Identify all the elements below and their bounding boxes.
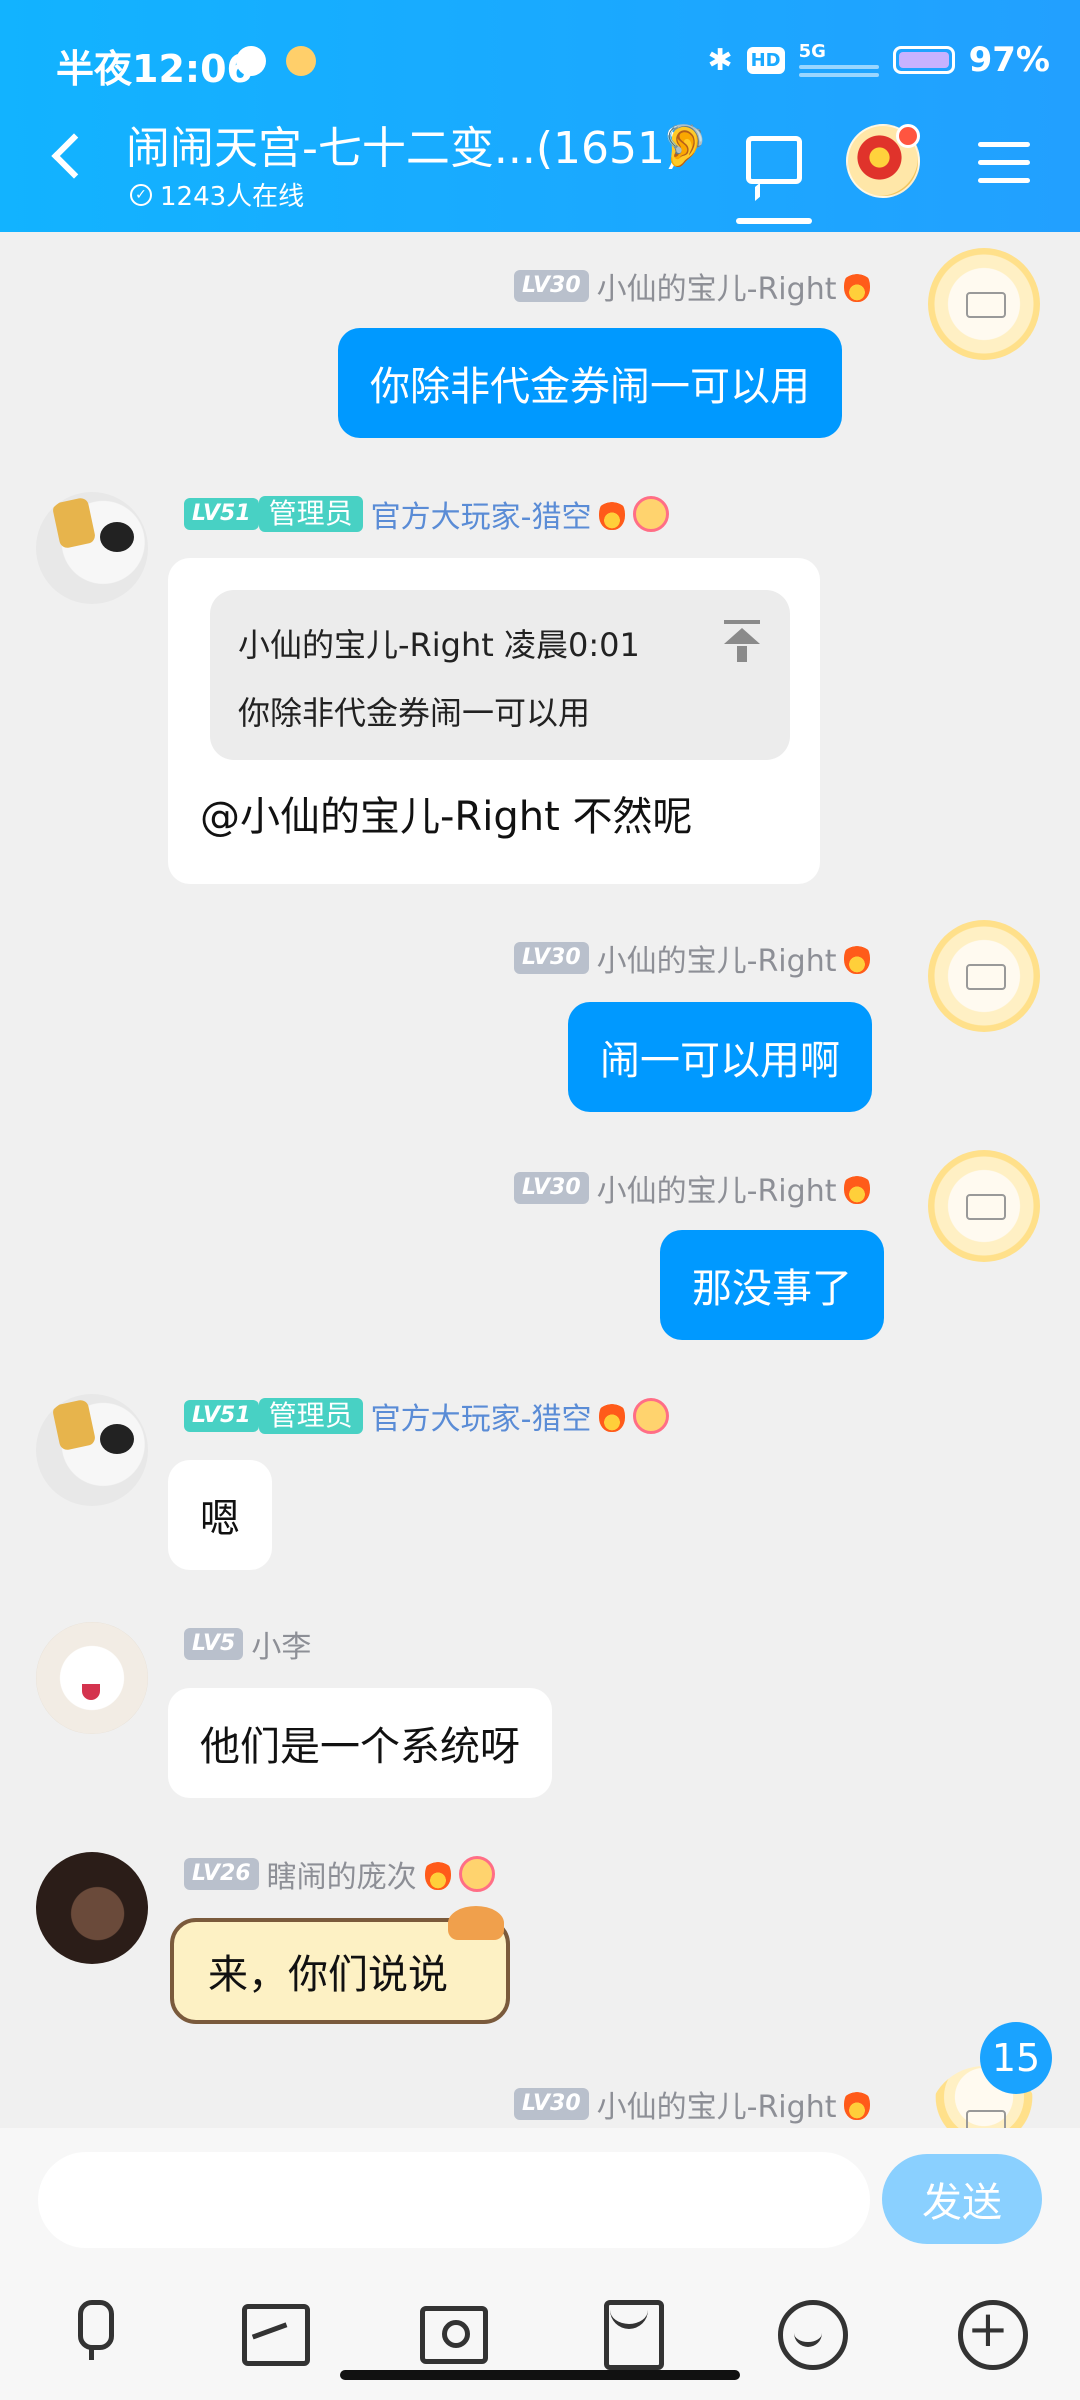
message-bubble[interactable]: 你除非代金券闹一可以用 (338, 328, 842, 438)
sender-name[interactable]: 小仙的宝儿-Right (597, 2082, 837, 2126)
notification-dot (896, 124, 920, 148)
jump-to-top-icon[interactable] (724, 620, 760, 662)
sender-name[interactable]: 瞎闹的庞次 (267, 1852, 417, 1896)
sender-name[interactable]: 小仙的宝儿-Right (597, 936, 837, 980)
avatar[interactable] (928, 248, 1040, 360)
plus-icon[interactable] (956, 2298, 1028, 2370)
red-packet-icon[interactable] (598, 2298, 664, 2370)
tab-indicator (736, 218, 812, 224)
smile-badge-icon (633, 1398, 670, 1434)
mic-icon[interactable] (60, 2298, 124, 2362)
composer: 发送 (0, 2128, 1080, 2400)
bluetooth-icon: ✱ (707, 42, 733, 78)
admin-badge: 管理员 (258, 1398, 363, 1434)
level-badge: LV51 (184, 498, 259, 530)
message-meta: LV51 管理员 官方大玩家-猎空 (184, 492, 670, 536)
message-meta: LV26 瞎闹的庞次 (184, 1852, 495, 1896)
quoted-header: 小仙的宝儿-Right 凌晨0:01 (238, 626, 640, 664)
message-text: @小仙的宝儿-Right 不然呢 (200, 794, 693, 840)
level-badge: LV5 (184, 1628, 244, 1660)
image-icon[interactable] (240, 2298, 310, 2366)
message-meta: LV30 小仙的宝儿-Right (514, 264, 871, 308)
fire-icon (424, 1858, 451, 1890)
battery-icon (892, 46, 955, 74)
message-meta: LV30 小仙的宝儿-Right (514, 1166, 871, 1210)
emoji-icon[interactable] (776, 2298, 848, 2370)
message-bubble[interactable]: 嗯 (168, 1460, 272, 1570)
fire-icon (844, 942, 871, 974)
avatar[interactable] (928, 920, 1040, 1032)
avatar[interactable] (36, 1852, 148, 1964)
sender-name[interactable]: 小李 (251, 1622, 311, 1666)
online-count: ✓ 1243人在线 (130, 176, 304, 213)
home-indicator[interactable] (340, 2370, 740, 2380)
level-badge: LV26 (184, 1858, 259, 1890)
message-input[interactable] (38, 2152, 870, 2248)
quoted-message[interactable]: 小仙的宝儿-Right 凌晨0:01 你除非代金券闹一可以用 (210, 590, 790, 760)
message-meta: LV51 管理员 官方大玩家-猎空 (184, 1394, 670, 1438)
app-notification-icon (286, 46, 316, 76)
avatar[interactable] (928, 1150, 1040, 1262)
admin-badge: 管理员 (258, 496, 363, 532)
status-right: ✱ HD 5G 97% (707, 36, 1050, 84)
fire-icon (844, 1172, 871, 1204)
avatar[interactable] (36, 1394, 148, 1506)
online-icon: ✓ (130, 183, 152, 206)
hd-icon: HD (746, 46, 785, 74)
message-meta: LV30 小仙的宝儿-Right (514, 2082, 871, 2126)
group-title[interactable]: 闹闹天宫-七十二变...(1651) (126, 112, 682, 176)
qq-notification-icon (236, 46, 266, 76)
smile-badge-icon (633, 496, 670, 532)
battery-percent: 97% (968, 40, 1050, 80)
fire-icon (844, 2088, 871, 2120)
message-bubble[interactable]: 闹一可以用啊 (568, 1002, 872, 1112)
fire-icon (844, 270, 871, 302)
cat-decoration-icon (448, 1906, 504, 1940)
unread-count-badge[interactable]: 15 (980, 2022, 1052, 2094)
send-button[interactable]: 发送 (882, 2154, 1042, 2244)
level-badge: LV51 (184, 1400, 259, 1432)
message-bubble[interactable]: 那没事了 (660, 1230, 884, 1340)
sender-name[interactable]: 官方大玩家-猎空 (371, 492, 592, 536)
message-meta: LV5 小李 (184, 1622, 311, 1666)
level-badge: LV30 (514, 270, 589, 302)
avatar[interactable] (36, 1622, 148, 1734)
chat-header: 半夜12:06 ✱ HD 5G 97% 闹闹天宫-七十二变...(1651) 🦻… (0, 0, 1080, 232)
message-bubble[interactable]: 他们是一个系统呀 (168, 1688, 552, 1798)
sender-name[interactable]: 小仙的宝儿-Right (597, 1166, 837, 1210)
back-icon[interactable] (51, 133, 97, 179)
level-badge: LV30 (514, 2088, 589, 2120)
status-time: 半夜12:06 (56, 47, 253, 91)
fire-icon (599, 498, 626, 530)
composer-toolbar (0, 2298, 1080, 2370)
message-meta: LV30 小仙的宝儿-Right (514, 936, 871, 980)
signal-icon: 5G (798, 43, 879, 77)
chat-tab-icon[interactable] (746, 136, 802, 184)
ear-mode-icon: 🦻 (660, 123, 710, 169)
avatar[interactable] (36, 492, 148, 604)
menu-icon[interactable] (978, 142, 1030, 196)
level-badge: LV30 (514, 942, 589, 974)
fire-icon (599, 1400, 626, 1432)
status-bar: 半夜12:06 ✱ HD 5G 97% (0, 0, 1080, 120)
camera-icon[interactable] (418, 2298, 488, 2364)
smile-badge-icon (458, 1856, 495, 1892)
sender-name[interactable]: 官方大玩家-猎空 (371, 1394, 592, 1438)
level-badge: LV30 (514, 1172, 589, 1204)
quoted-text: 你除非代金券闹一可以用 (238, 694, 591, 732)
sender-name[interactable]: 小仙的宝儿-Right (597, 264, 837, 308)
